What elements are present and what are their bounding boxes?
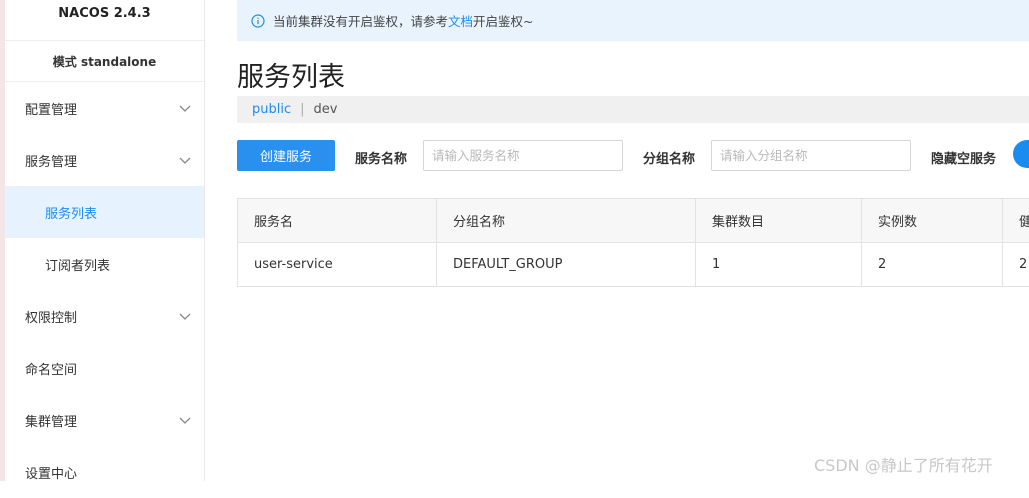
column-header-healthy-instances[interactable]: 健: [1003, 199, 1029, 242]
namespace-separator: |: [300, 102, 305, 117]
sidebar-item-label: 权限控制: [25, 310, 78, 326]
chevron-down-icon: [178, 413, 192, 427]
auth-notice-banner: 当前集群没有开启鉴权，请参考 文档 开启鉴权~: [237, 0, 1029, 41]
brand-title: NACOS 2.4.3: [58, 6, 151, 21]
sidebar-item-label: 服务列表: [45, 206, 98, 222]
cell-healthy-instances: 2: [1019, 257, 1028, 272]
sidebar-item-access-control[interactable]: 权限控制: [5, 290, 204, 342]
mode-indicator: 模式 standalone: [5, 41, 204, 82]
info-icon: [251, 13, 265, 28]
cell-cluster-count: 1: [696, 243, 862, 286]
main-content: 当前集群没有开启鉴权，请参考 文档 开启鉴权~ 服务列表 public | de…: [205, 0, 1029, 481]
table-row: user-service DEFAULT_GROUP 1 2 2: [238, 243, 1029, 286]
namespace-public[interactable]: public: [252, 102, 291, 117]
brand: NACOS 2.4.3: [5, 0, 204, 41]
service-name-input[interactable]: [423, 140, 623, 171]
sidebar-item-label: 命名空间: [25, 362, 78, 378]
sidebar-item-label: 服务管理: [25, 154, 78, 170]
cell-service-name: user-service: [238, 243, 437, 286]
sidebar-item-subscriber-list[interactable]: 订阅者列表: [5, 238, 204, 290]
namespace-bar: public | dev: [237, 96, 1029, 123]
sidebar-item-service-management[interactable]: 服务管理: [5, 134, 204, 186]
notice-text-after: 开启鉴权~: [473, 14, 534, 29]
column-header-group-name[interactable]: 分组名称: [437, 199, 696, 242]
hide-empty-services-label: 隐藏空服务: [931, 152, 997, 167]
sidebar-item-namespace[interactable]: 命名空间: [5, 342, 204, 394]
column-header-instance-count[interactable]: 实例数: [862, 199, 1003, 242]
cell-group-name: DEFAULT_GROUP: [437, 243, 696, 286]
sidebar-item-service-list[interactable]: 服务列表: [5, 186, 204, 238]
chevron-down-icon: [178, 309, 192, 323]
namespace-dev[interactable]: dev: [314, 102, 338, 117]
cell-instance-count: 2: [862, 243, 1003, 286]
sidebar-item-config-management[interactable]: 配置管理: [5, 82, 204, 134]
sidebar-item-label: 订阅者列表: [45, 258, 111, 274]
mode-label: 模式 standalone: [52, 54, 157, 69]
sidebar-item-cluster-management[interactable]: 集群管理: [5, 394, 204, 446]
column-header-cluster-count[interactable]: 集群数目: [696, 199, 862, 242]
sidebar-item-label: 设置中心: [25, 466, 78, 482]
chevron-down-icon: [178, 101, 192, 115]
chevron-down-icon: [178, 153, 192, 167]
watermark: CSDN @静止了所有花开: [814, 456, 993, 475]
sidebar-item-label: 集群管理: [25, 414, 78, 430]
docs-link[interactable]: 文档: [448, 11, 473, 30]
create-service-button[interactable]: 创建服务: [237, 140, 335, 171]
sidebar-item-label: 配置管理: [25, 102, 78, 118]
group-name-input[interactable]: [711, 140, 911, 171]
sidebar-item-settings-center[interactable]: 设置中心: [5, 446, 204, 498]
page-title: 服务列表: [237, 62, 345, 93]
service-table: 服务名 分组名称 集群数目 实例数 健 user-service DEFAULT…: [237, 198, 1029, 287]
table-header-row: 服务名 分组名称 集群数目 实例数 健: [238, 199, 1029, 243]
notice-text-before: 当前集群没有开启鉴权，请参考: [273, 14, 449, 29]
filter-toolbar: 创建服务 服务名称 分组名称 隐藏空服务: [237, 140, 1029, 171]
sidebar: NACOS 2.4.3 模式 standalone 配置管理 服务管理 服务列表…: [5, 0, 205, 482]
group-name-label: 分组名称: [643, 152, 696, 167]
service-name-label: 服务名称: [355, 152, 408, 167]
column-header-service-name[interactable]: 服务名: [238, 199, 437, 242]
hide-empty-services-toggle[interactable]: [1013, 140, 1029, 168]
